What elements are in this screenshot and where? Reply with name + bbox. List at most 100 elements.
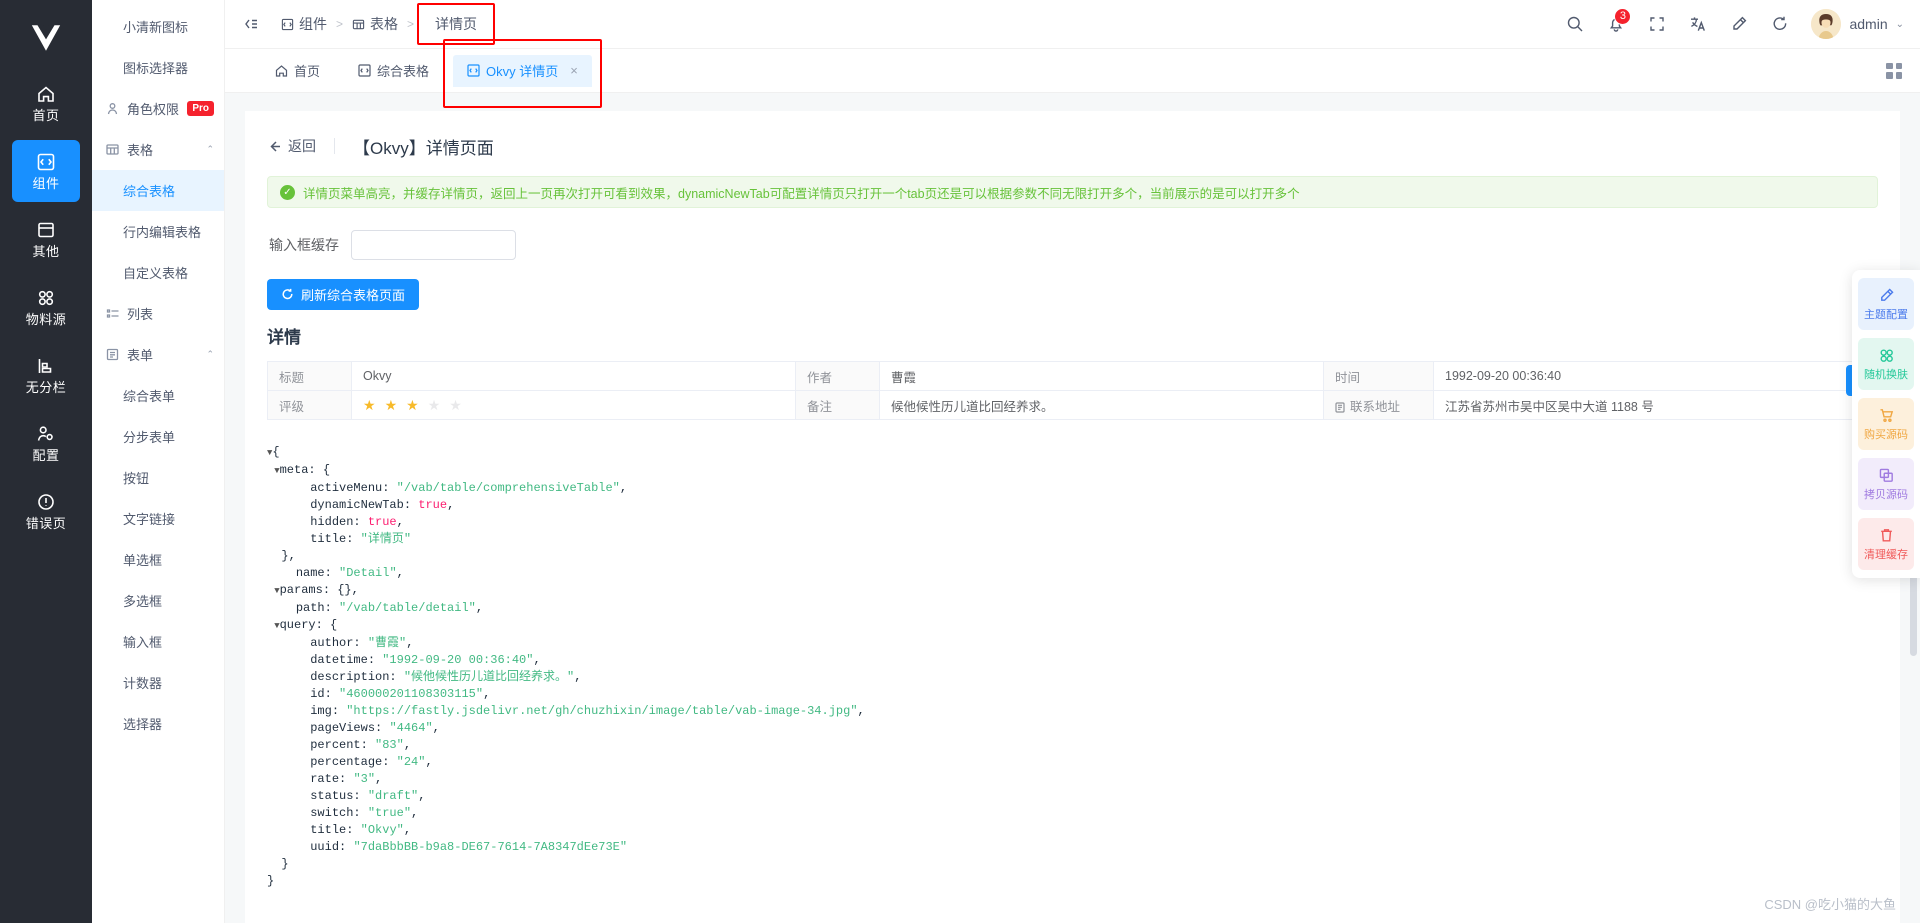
- sidebar-item-6[interactable]: 自定义表格: [92, 252, 224, 293]
- desc-value-text: 曹霞: [891, 370, 917, 385]
- json-token: },: [281, 549, 296, 563]
- sidebar-item-2[interactable]: 角色权限 Pro: [92, 88, 224, 129]
- json-key: meta:: [279, 463, 323, 477]
- breadcrumb-item-table[interactable]: 表格: [352, 14, 398, 34]
- breadcrumb-item-components[interactable]: 组件: [281, 14, 327, 34]
- sidebar-item-label: 自定义表格: [123, 266, 189, 281]
- sidebar-item-1[interactable]: 图标选择器: [92, 47, 224, 88]
- detail-descriptions-table: 标题 Okvy 作者 曹霞 时间 1992-09-20 00:36:40 评级 ★ ★ ★ ★ ★ 备注…: [267, 361, 1878, 420]
- tab-1[interactable]: 综合表格: [344, 55, 443, 87]
- search-icon[interactable]: [1565, 15, 1584, 34]
- json-value: "1992-09-20 00:36:40": [382, 653, 534, 667]
- desc-label: 备注: [795, 390, 880, 420]
- sidebar-item-0[interactable]: 小清新图标: [92, 6, 224, 47]
- table-row: 标题 Okvy 作者 曹霞 时间 1992-09-20 00:36:40: [267, 361, 1878, 391]
- form-icon: [106, 348, 123, 361]
- sidebar-item-5[interactable]: 行内编辑表格: [92, 211, 224, 252]
- rail-item-1[interactable]: 组件: [12, 140, 80, 202]
- trash-icon: [1880, 528, 1892, 541]
- star-icon: ★: [363, 396, 376, 413]
- desc-value: 候他候性历儿道比回经养求。: [879, 390, 1324, 420]
- back-button[interactable]: 返回: [267, 136, 316, 156]
- grid-view-icon[interactable]: [1886, 62, 1902, 79]
- desc-label: 标题: [267, 361, 352, 391]
- dock-item-copy-source[interactable]: 拷贝源码: [1858, 458, 1914, 510]
- error-page-icon: [36, 491, 56, 513]
- sidebar-item-17[interactable]: 选择器: [92, 703, 224, 744]
- json-line: id: "460000201108303115",: [310, 687, 491, 701]
- rail-item-4[interactable]: 无分栏: [12, 344, 80, 406]
- breadcrumb-label: 表格: [370, 16, 399, 32]
- desc-value: 江苏省苏州市吴中区吴中大道 1188 号: [1433, 390, 1878, 420]
- json-line: percentage: "24",: [310, 755, 433, 769]
- json-line: title: "Okvy",: [310, 823, 412, 837]
- sidebar-item-9[interactable]: 综合表单: [92, 375, 224, 416]
- sidebar-item-3[interactable]: 表格 ⌃: [92, 129, 224, 170]
- rating-stars[interactable]: ★ ★ ★ ★ ★: [363, 397, 462, 414]
- rail-item-0[interactable]: 首页: [12, 72, 80, 134]
- json-token: {: [330, 618, 338, 632]
- json-line: ▼{: [267, 444, 1878, 462]
- rail-item-2[interactable]: 其他: [12, 208, 80, 270]
- floating-tools-dock: 主题配置 随机换肤 购买源码 拷贝源码 清理缓存: [1852, 270, 1920, 578]
- cache-input[interactable]: [351, 230, 516, 260]
- sidebar-item-13[interactable]: 单选框: [92, 539, 224, 580]
- location-icon: [1335, 401, 1346, 413]
- refresh-comprehensive-table-button[interactable]: 刷新综合表格页面: [267, 279, 420, 310]
- dock-item-label: 随机换肤: [1864, 368, 1908, 381]
- json-line: uuid: "7daBbbBB-b9a8-DE67-7614-7A8347dEe…: [267, 839, 1878, 856]
- close-icon[interactable]: ×: [570, 63, 578, 78]
- json-key: uuid:: [310, 840, 354, 854]
- json-line: ▼query: {: [267, 617, 1878, 635]
- notification-icon[interactable]: 3: [1606, 7, 1632, 34]
- sidebar-item-16[interactable]: 计数器: [92, 662, 224, 703]
- sidebar-item-label: 输入框: [123, 635, 163, 650]
- desc-label: 评级: [267, 390, 352, 420]
- desc-value: 1992-09-20 00:36:40: [1433, 361, 1878, 391]
- json-key: query:: [279, 618, 331, 632]
- sidebar-item-11[interactable]: 按钮: [92, 457, 224, 498]
- user-menu[interactable]: admin ⌄: [1811, 9, 1904, 39]
- settings-user-icon: [36, 423, 56, 445]
- back-label: 返回: [288, 138, 316, 154]
- dock-item-random-skin[interactable]: 随机换肤: [1858, 338, 1914, 390]
- sidebar-item-label: 小清新图标: [123, 20, 189, 35]
- sidebar-item-4[interactable]: 综合表格: [92, 170, 224, 211]
- dock-item-clear-cache[interactable]: 清理缓存: [1858, 518, 1914, 570]
- json-key: status:: [310, 789, 368, 803]
- dock-item-theme-config[interactable]: 主题配置: [1858, 278, 1914, 330]
- desc-label-text: 标题: [279, 370, 305, 385]
- json-value: "详情页": [360, 532, 412, 546]
- theme-icon[interactable]: [1729, 15, 1748, 34]
- rail-item-5[interactable]: 配置: [12, 412, 80, 474]
- sidebar-item-12[interactable]: 文字链接: [92, 498, 224, 539]
- sidebar-item-15[interactable]: 输入框: [92, 621, 224, 662]
- dock-item-buy-source[interactable]: 购买源码: [1858, 398, 1914, 450]
- rail-item-3[interactable]: 物料源: [12, 276, 80, 338]
- fullscreen-icon[interactable]: [1647, 15, 1666, 34]
- collapse-menu-icon[interactable]: [239, 12, 263, 36]
- components-icon: [358, 64, 371, 77]
- header-actions: 3 admin ⌄: [1565, 7, 1904, 39]
- sidebar-item-8[interactable]: 表单 ⌃: [92, 334, 224, 375]
- sidebar-item-10[interactable]: 分步表单: [92, 416, 224, 457]
- tab-0[interactable]: 首页: [261, 55, 334, 87]
- components-icon: [36, 151, 56, 173]
- chevron-up-icon: ⌃: [206, 144, 214, 154]
- sidebar-item-label: 按钮: [123, 471, 150, 486]
- refresh-icon[interactable]: [1770, 15, 1789, 34]
- json-key: hidden:: [310, 515, 368, 529]
- json-value: "https://fastly.jsdelivr.net/gh/chuzhixi…: [346, 704, 858, 718]
- sidebar-item-label: 表格: [127, 143, 154, 158]
- rail-item-6[interactable]: 错误页: [12, 480, 80, 542]
- sidebar-item-14[interactable]: 多选框: [92, 580, 224, 621]
- json-key: pageViews:: [310, 721, 390, 735]
- chevron-up-icon: ⌃: [206, 349, 214, 359]
- json-token: }: [281, 857, 289, 871]
- tab-2[interactable]: Okvy 详情页 ×: [443, 38, 602, 108]
- translate-icon[interactable]: [1688, 15, 1707, 34]
- tab-label: 首页: [294, 64, 321, 79]
- star-icon: ★: [406, 396, 419, 413]
- sidebar-item-7[interactable]: 列表: [92, 293, 224, 334]
- json-key: img:: [310, 704, 347, 718]
